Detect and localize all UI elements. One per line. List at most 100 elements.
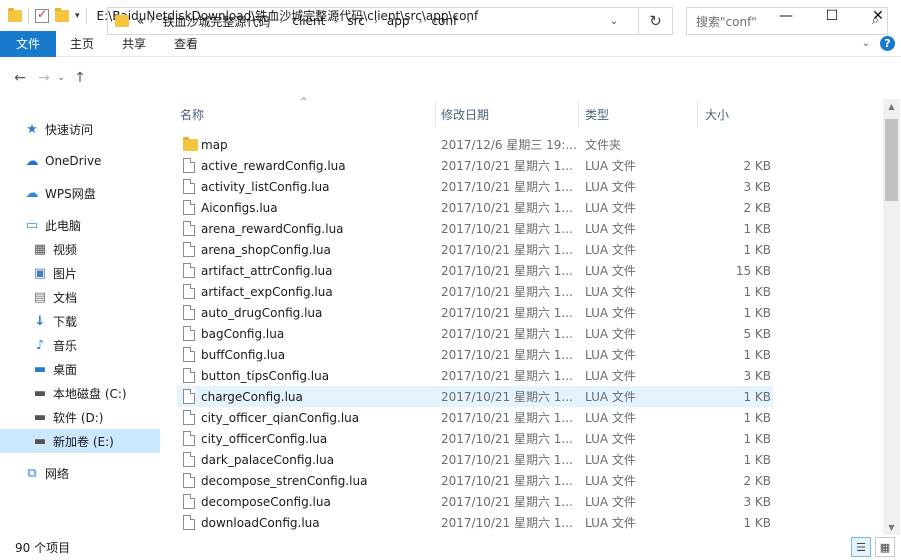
sidebar-item-documents[interactable]: ▤ 文档: [0, 285, 160, 309]
file-row[interactable]: chargeConfig.lua 2017/10/21 星期六 1... LUA 文…: [177, 386, 773, 407]
help-icon[interactable]: ?: [880, 36, 895, 51]
file-name: map: [201, 137, 228, 152]
address-history-chevron-icon[interactable]: ⌄: [602, 8, 626, 34]
scroll-down-arrow-icon[interactable]: ▼: [883, 523, 900, 532]
breadcrumb-item[interactable]: conf: [431, 14, 457, 28]
search-input[interactable]: 搜索"conf" ⌕: [686, 7, 888, 35]
file-size: 1 KB: [743, 347, 771, 362]
sidebar-item-drive-d[interactable]: ▬ 软件 (D:): [0, 405, 160, 429]
file-row[interactable]: buffConfig.lua 2017/10/21 星期六 1... LUA 文件 1…: [177, 344, 773, 365]
tab-file[interactable]: 文件: [0, 30, 57, 57]
sidebar-item-wps-cloud[interactable]: ☁ WPS网盘: [0, 181, 160, 205]
file-name: decompose_strenConfig.lua: [201, 473, 368, 488]
sidebar-item-music[interactable]: ♪ 音乐: [0, 333, 160, 357]
sidebar-item-this-pc[interactable]: ▭ 此电脑: [0, 213, 160, 237]
folder-icon: [183, 137, 198, 151]
breadcrumb-item[interactable]: client: [292, 14, 325, 28]
sidebar-item-drive-e[interactable]: ▬ 新加卷 (E:): [0, 429, 160, 453]
sidebar-item-label: 音乐: [53, 338, 78, 353]
sidebar-item-label: 文档: [53, 290, 78, 305]
customize-toolbar-chevron-icon[interactable]: ▾: [75, 11, 80, 21]
new-folder-icon[interactable]: [55, 7, 69, 22]
column-header-name[interactable]: 名称: [180, 99, 435, 129]
file-type: LUA 文件: [585, 474, 636, 488]
large-icons-view-icon[interactable]: ▦: [875, 537, 895, 557]
breadcrumb-item[interactable]: app: [387, 14, 410, 28]
computer-icon: ▭: [25, 217, 39, 233]
chevron-right-icon[interactable]: ›: [334, 16, 338, 27]
recent-locations-chevron-icon[interactable]: ⌄: [54, 73, 68, 83]
file-row[interactable]: city_officer_qianConfig.lua 2017/10/21 星期…: [177, 407, 773, 428]
file-name: auto_drugConfig.lua: [201, 305, 323, 320]
file-modified-date: 2017/10/21 星期六 1...: [441, 390, 573, 404]
file-row[interactable]: button_tipsConfig.lua 2017/10/21 星期六 1...…: [177, 365, 773, 386]
breadcrumb-item[interactable]: 铁血沙城完整源代码: [162, 13, 270, 30]
file-type: LUA 文件: [585, 159, 636, 173]
sidebar-item-label: 下载: [53, 314, 78, 329]
search-icon[interactable]: ⌕: [872, 13, 879, 28]
file-icon: [183, 410, 195, 425]
scrollbar-thumb[interactable]: [885, 119, 898, 201]
file-icon: [183, 473, 195, 488]
properties-icon[interactable]: [35, 7, 49, 23]
sidebar-item-quick-access[interactable]: ★ 快速访问: [0, 117, 160, 141]
tab-home[interactable]: 主页: [56, 31, 108, 57]
sidebar-item-downloads[interactable]: ↓ 下载: [0, 309, 160, 333]
folder-row[interactable]: map 2017/12/6 星期三 19:... 文件夹: [177, 134, 773, 155]
file-type: LUA 文件: [585, 432, 636, 446]
file-name: Aiconfigs.lua: [201, 200, 278, 215]
chevron-right-icon[interactable]: ›: [466, 16, 470, 27]
file-name: active_rewardConfig.lua: [201, 158, 346, 173]
file-row[interactable]: dark_palaceConfig.lua 2017/10/21 星期六 1...…: [177, 449, 773, 470]
sidebar-item-desktop[interactable]: ▬ 桌面: [0, 357, 160, 381]
file-icon: [183, 368, 195, 383]
back-arrow-icon[interactable]: ←: [10, 70, 30, 86]
file-row[interactable]: bagConfig.lua 2017/10/21 星期六 1... LUA 文件 5 …: [177, 323, 773, 344]
file-row[interactable]: city_officerConfig.lua 2017/10/21 星期六 1..…: [177, 428, 773, 449]
breadcrumb-overflow[interactable]: «: [137, 14, 144, 28]
details-view-icon[interactable]: ☰: [851, 537, 871, 557]
column-divider[interactable]: [697, 101, 698, 127]
file-row[interactable]: artifact_attrConfig.lua 2017/10/21 星期六 1.…: [177, 260, 773, 281]
file-icon: [183, 158, 195, 173]
chevron-right-icon[interactable]: ›: [279, 16, 283, 27]
sidebar-item-onedrive[interactable]: ☁ OneDrive: [0, 149, 160, 173]
file-row[interactable]: arena_shopConfig.lua 2017/10/21 星期六 1... L…: [177, 239, 773, 260]
up-arrow-icon[interactable]: ↑: [70, 70, 90, 86]
file-row[interactable]: Aiconfigs.lua 2017/10/21 星期六 1... LUA 文件 2 …: [177, 197, 773, 218]
file-row[interactable]: artifact_expConfig.lua 2017/10/21 星期六 1..…: [177, 281, 773, 302]
address-bar[interactable]: « › 铁血沙城完整源代码 › client › src › app › con…: [107, 7, 673, 35]
chevron-right-icon[interactable]: ›: [418, 16, 422, 27]
file-row[interactable]: arena_rewardConfig.lua 2017/10/21 星期六 1..…: [177, 218, 773, 239]
file-size: 1 KB: [743, 284, 771, 299]
column-header-type[interactable]: 类型: [585, 99, 695, 129]
file-row[interactable]: activity_listConfig.lua 2017/10/21 星期六 1.…: [177, 176, 773, 197]
file-row[interactable]: auto_drugConfig.lua 2017/10/21 星期六 1... LU…: [177, 302, 773, 323]
vertical-scrollbar[interactable]: ▲ ▼: [883, 99, 900, 535]
sidebar-item-network[interactable]: ⧉ 网络: [0, 461, 160, 485]
file-size: 1 KB: [743, 515, 771, 530]
scroll-up-arrow-icon[interactable]: ▲: [883, 102, 900, 111]
column-divider[interactable]: [435, 101, 436, 127]
sidebar-item-videos[interactable]: ▦ 视频: [0, 237, 160, 261]
refresh-icon[interactable]: ↻: [638, 8, 672, 34]
chevron-right-icon[interactable]: ›: [374, 16, 378, 27]
file-name: dark_palaceConfig.lua: [201, 452, 335, 467]
file-modified-date: 2017/10/21 星期六 1...: [441, 243, 573, 257]
file-row[interactable]: downloadConfig.lua 2017/10/21 星期六 1... LUA…: [177, 512, 773, 533]
file-row[interactable]: decompose_strenConfig.lua 2017/10/21 星期六 …: [177, 470, 773, 491]
expand-ribbon-chevron-icon[interactable]: ⌄: [862, 38, 870, 49]
file-type: LUA 文件: [585, 306, 636, 320]
sidebar-item-drive-c[interactable]: ▬ 本地磁盘 (C:): [0, 381, 160, 405]
column-header-size[interactable]: 大小: [705, 99, 775, 129]
chevron-right-icon: ›: [149, 15, 154, 27]
column-divider[interactable]: [578, 101, 579, 127]
forward-arrow-icon[interactable]: →: [34, 70, 54, 86]
file-size: 3 KB: [743, 494, 771, 509]
breadcrumb-item[interactable]: src: [347, 14, 365, 28]
sidebar-item-pictures[interactable]: ▣ 图片: [0, 261, 160, 285]
file-row[interactable]: decomposeConfig.lua 2017/10/21 星期六 1... LU…: [177, 491, 773, 512]
column-header-date[interactable]: 修改日期: [441, 99, 576, 129]
file-row[interactable]: active_rewardConfig.lua 2017/10/21 星期六 1.…: [177, 155, 773, 176]
document-icon: ▤: [33, 289, 47, 305]
